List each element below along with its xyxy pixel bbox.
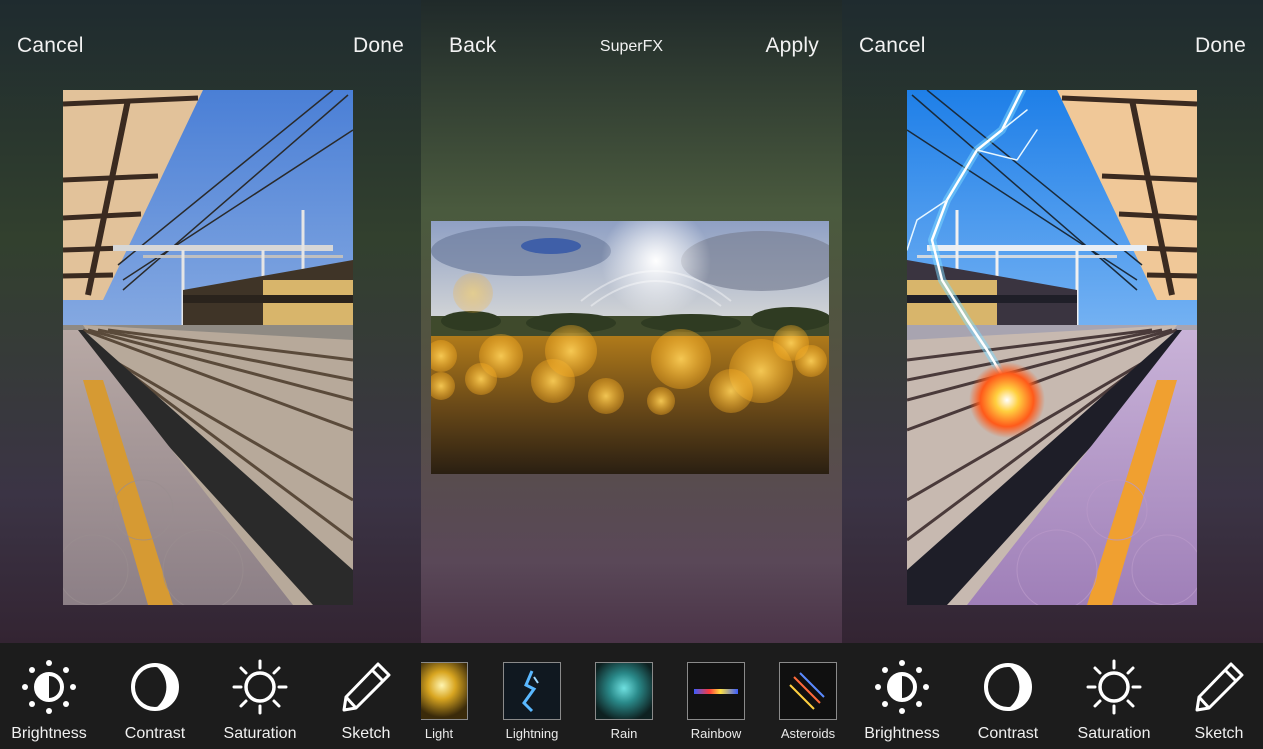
- saturation-icon: [232, 659, 288, 715]
- adjustments-toolbar: Brightness Contrast Saturation Sketch: [0, 643, 421, 749]
- contrast-icon: [984, 663, 1032, 711]
- sketch-tool[interactable]: Sketch: [318, 659, 414, 743]
- effect-lightning-label: Lightning: [505, 726, 559, 741]
- effect-lightning[interactable]: Lightning: [494, 662, 570, 741]
- done-button[interactable]: Done: [1195, 34, 1246, 58]
- effects-strip: Light Lightning Rain Rainbow Asteroids: [421, 643, 842, 749]
- cancel-button[interactable]: Cancel: [17, 34, 84, 58]
- brightness-tool[interactable]: Brightness: [1, 659, 97, 743]
- light-thumb: [421, 662, 468, 720]
- apply-button[interactable]: Apply: [765, 34, 819, 58]
- contrast-label: Contrast: [977, 725, 1039, 742]
- photo-preview: [431, 221, 829, 474]
- photo-preview: [63, 90, 353, 605]
- saturation-label: Saturation: [223, 725, 297, 742]
- pencil-icon: [1195, 662, 1244, 712]
- rain-thumb: [595, 662, 653, 720]
- effect-rain-label: Rain: [610, 726, 638, 741]
- done-button[interactable]: Done: [353, 34, 404, 58]
- lightning-thumb: [503, 662, 561, 720]
- effect-asteroids[interactable]: Asteroids: [770, 662, 842, 741]
- brightness-icon: [22, 660, 76, 714]
- sketch-label: Sketch: [1194, 725, 1244, 742]
- saturation-label: Saturation: [1077, 725, 1151, 742]
- asteroids-thumb: [779, 662, 837, 720]
- contrast-icon: [131, 663, 179, 711]
- photo-preview: [907, 90, 1197, 605]
- sketch-tool[interactable]: Sketch: [1171, 659, 1263, 743]
- brightness-label: Brightness: [864, 725, 940, 742]
- saturation-tool[interactable]: Saturation: [212, 659, 308, 743]
- adjustments-toolbar: Brightness Contrast Saturation Sketch: [842, 643, 1263, 749]
- effect-rainbow[interactable]: Rainbow: [678, 662, 754, 741]
- effect-light-label: Light: [424, 726, 454, 741]
- sketch-label: Sketch: [341, 725, 391, 742]
- effect-light[interactable]: Light: [421, 662, 477, 741]
- rainbow-thumb: [687, 662, 745, 720]
- cancel-button[interactable]: Cancel: [859, 34, 926, 58]
- brightness-label: Brightness: [11, 725, 87, 742]
- pencil-icon: [342, 662, 391, 712]
- brightness-icon: [875, 660, 929, 714]
- effect-asteroids-label: Asteroids: [780, 726, 836, 741]
- contrast-label: Contrast: [124, 725, 186, 742]
- editor-screen-right: Cancel Done Brightness Contrast Saturati…: [842, 0, 1263, 749]
- superfx-screen: Back SuperFX Apply Light Lightning Rain …: [421, 0, 842, 749]
- contrast-tool[interactable]: Contrast: [107, 659, 203, 743]
- effect-rain[interactable]: Rain: [586, 662, 662, 741]
- saturation-icon: [1086, 659, 1142, 715]
- editor-screen-left: Cancel Done Brightness Contrast Saturati…: [0, 0, 421, 749]
- brightness-tool[interactable]: Brightness: [854, 659, 950, 743]
- effect-rainbow-label: Rainbow: [690, 726, 742, 741]
- saturation-tool[interactable]: Saturation: [1066, 659, 1162, 743]
- contrast-tool[interactable]: Contrast: [960, 659, 1056, 743]
